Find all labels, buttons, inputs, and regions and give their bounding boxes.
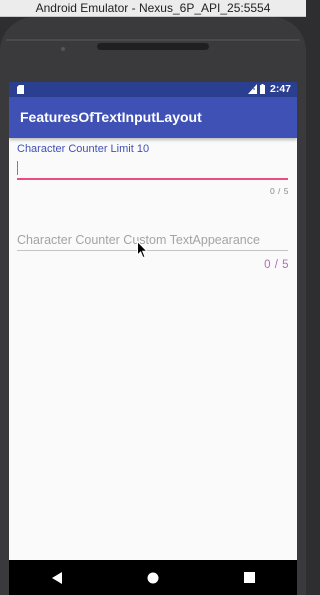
status-bar: 2:47	[9, 82, 297, 97]
custom-appearance-count: 0 / 5	[264, 259, 289, 271]
home-button[interactable]	[118, 560, 188, 595]
back-button[interactable]	[22, 560, 92, 595]
counter-limit-label: Character Counter Limit 10	[17, 143, 150, 155]
network-icon	[247, 84, 257, 94]
counter-limit-input[interactable]	[17, 178, 288, 180]
navigation-bar	[9, 560, 297, 595]
app-bar: FeaturesOfTextInputLayout	[9, 97, 297, 138]
text-cursor	[17, 161, 18, 175]
device-screen: 2:47 FeaturesOfTextInputLayout Character…	[9, 82, 297, 560]
mouse-pointer-icon	[137, 241, 149, 259]
emulator-window-title: Android Emulator - Nexus_6P_API_25:5554	[35, 1, 271, 15]
recents-button[interactable]	[214, 560, 284, 595]
home-icon	[147, 572, 159, 583]
front-camera	[61, 47, 65, 51]
earpiece-speaker	[97, 43, 209, 50]
battery-icon	[259, 84, 265, 94]
recents-icon	[243, 572, 255, 583]
app-title: FeaturesOfTextInputLayout	[20, 109, 202, 125]
custom-appearance-underline	[17, 250, 288, 251]
back-icon	[52, 571, 62, 584]
sd-card-icon	[17, 85, 24, 94]
status-time: 2:47	[269, 83, 291, 95]
device-highlight	[6, 39, 300, 41]
counter-limit-count: 0 / 5	[269, 186, 289, 196]
emulator-title-bar: Android Emulator - Nexus_6P_API_25:5554	[0, 0, 306, 17]
